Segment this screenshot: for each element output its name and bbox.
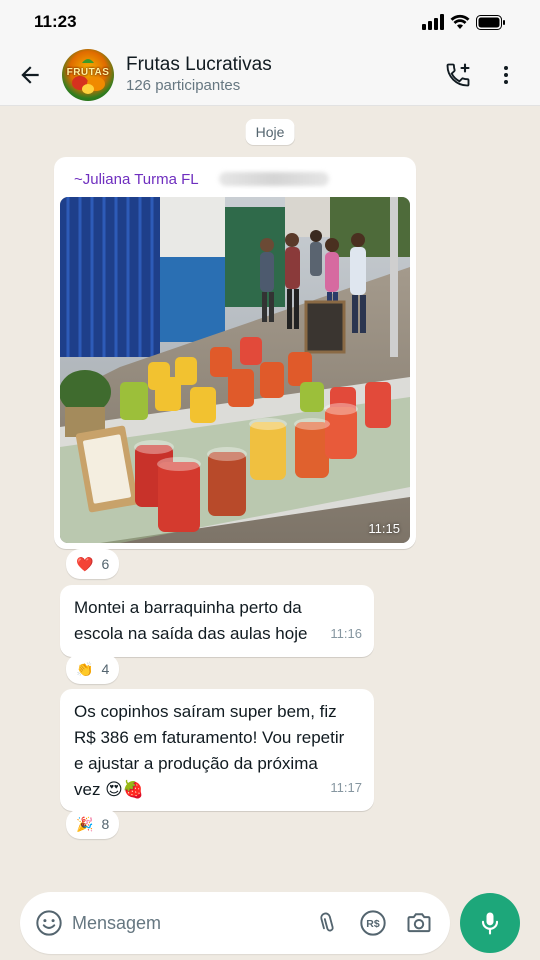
chat-area[interactable]: Hoje ~Juliana Turma FL 11:15 ❤️ 6 Montei… <box>0 107 540 885</box>
camera-button[interactable] <box>396 899 442 947</box>
svg-text:R$: R$ <box>366 918 380 930</box>
battery-icon <box>476 14 505 30</box>
back-arrow-icon <box>21 65 39 84</box>
message-line: escola na saída das aulas hoje <box>74 624 308 643</box>
mic-button[interactable] <box>460 893 520 953</box>
image-time: 11:15 <box>368 521 400 536</box>
signal-icon <box>422 14 444 30</box>
sender-phone-redacted <box>218 172 329 186</box>
status-icons <box>422 14 506 30</box>
reaction-badge[interactable]: 👏 4 <box>66 654 120 684</box>
group-name: Frutas Lucrativas <box>126 53 272 75</box>
message-input[interactable] <box>72 912 304 934</box>
camera-icon <box>407 913 431 933</box>
sender-name[interactable]: ~Juliana Turma FL <box>74 171 199 188</box>
clap-reaction-icon: 👏 <box>76 660 94 677</box>
status-bar: 11:23 <box>0 0 540 44</box>
image-message[interactable]: ~Juliana Turma FL 11:15 <box>54 157 416 549</box>
more-options-button[interactable] <box>482 51 530 99</box>
more-vert-icon <box>504 65 508 84</box>
emoji-button[interactable] <box>26 899 72 947</box>
message-line: e ajustar a produção da próxima <box>74 754 318 773</box>
message-time: 11:17 <box>330 780 362 795</box>
chat-header: FRUTAS Frutas Lucrativas 126 participant… <box>0 44 540 106</box>
attach-button[interactable] <box>304 899 350 947</box>
attach-icon <box>320 912 334 932</box>
message-time: 11:16 <box>330 626 362 641</box>
add-call-button[interactable] <box>434 51 482 99</box>
participants-count: 126 participantes <box>126 76 241 94</box>
message-line: Os copinhos saíram super bem, fiz <box>74 702 337 721</box>
group-avatar[interactable]: FRUTAS <box>62 48 114 101</box>
avatar-text: FRUTAS <box>66 66 110 78</box>
payment-button[interactable]: R$ <box>350 899 396 947</box>
reaction-badge[interactable]: 🎉 8 <box>66 809 120 839</box>
reaction-count: 8 <box>101 816 110 832</box>
heart-reaction-icon: ❤️ <box>76 555 94 572</box>
fruit-stand-photo <box>60 197 410 543</box>
back-button[interactable] <box>2 47 58 103</box>
text-message[interactable]: Os copinhos saíram super bem, fiz R$ 386… <box>60 689 374 811</box>
reaction-count: 6 <box>101 556 110 572</box>
text-message[interactable]: Montei a barraquinha perto da escola na … <box>60 585 374 657</box>
message-input-bar: R$ <box>20 892 450 954</box>
payment-icon: R$ <box>360 910 386 936</box>
emoji-icon <box>36 910 62 936</box>
status-time: 11:23 <box>34 12 77 31</box>
message-photo[interactable]: 11:15 <box>60 197 410 543</box>
group-info[interactable]: Frutas Lucrativas 126 participantes <box>126 54 434 96</box>
reaction-count: 4 <box>101 661 110 677</box>
sender-row: ~Juliana Turma FL <box>60 163 410 195</box>
date-divider: Hoje <box>245 119 295 145</box>
message-line: Montei a barraquinha perto da <box>74 598 302 617</box>
mic-icon <box>481 912 499 935</box>
add-call-icon <box>446 62 470 86</box>
party-reaction-icon: 🎉 <box>76 815 94 832</box>
message-line: vez 😍🍓 <box>74 780 145 799</box>
reaction-badge[interactable]: ❤️ 6 <box>66 549 120 579</box>
message-line: R$ 386 em faturamento! Vou repetir <box>74 728 345 747</box>
wifi-icon <box>450 14 470 29</box>
